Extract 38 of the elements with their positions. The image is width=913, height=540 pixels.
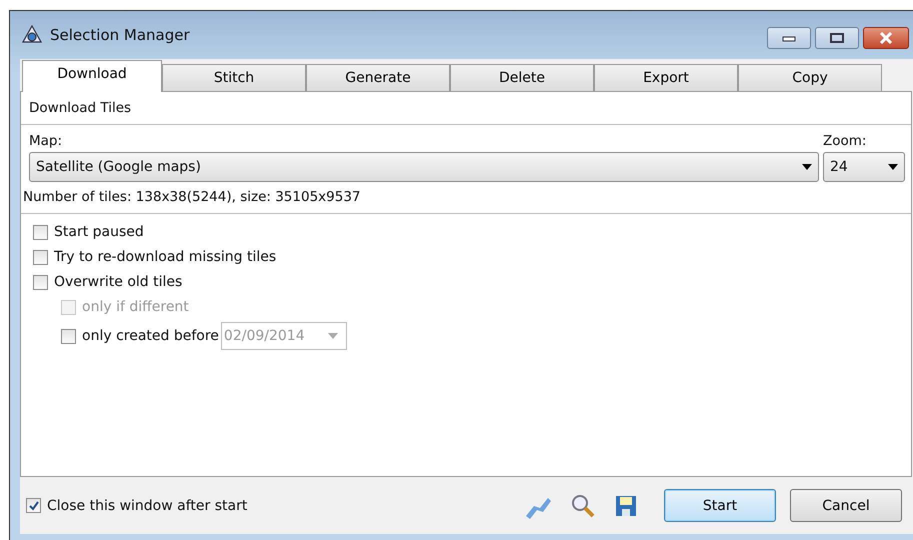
option-label: Start paused bbox=[54, 224, 144, 240]
checkbox[interactable] bbox=[33, 224, 48, 240]
section-title: Download Tiles bbox=[28, 100, 132, 116]
dialog-button[interactable]: Cancel bbox=[790, 489, 902, 522]
option-label: Close this window after start bbox=[47, 498, 248, 514]
tab[interactable]: Export bbox=[594, 64, 738, 91]
dialog-button[interactable]: Start bbox=[664, 489, 776, 522]
option-label: Overwrite old tiles bbox=[54, 274, 182, 290]
checkbox[interactable] bbox=[61, 328, 76, 344]
map-dropdown[interactable]: Satellite (Google maps) bbox=[29, 152, 819, 182]
minimize-button[interactable] bbox=[767, 27, 811, 49]
tiles-info: Number of tiles: 138x38(5244), size: 35105x9537 bbox=[22, 188, 362, 205]
caret-icon bbox=[328, 333, 338, 339]
option-label: only created before bbox=[82, 328, 219, 344]
zoom-icon[interactable] bbox=[570, 492, 596, 518]
checkbox[interactable] bbox=[26, 498, 41, 513]
tab[interactable]: Delete bbox=[450, 64, 594, 91]
map-label: Map: bbox=[29, 133, 64, 149]
maximize-button[interactable] bbox=[815, 27, 859, 49]
option-label: only if different bbox=[82, 299, 189, 315]
checkbox[interactable] bbox=[33, 274, 48, 290]
window-title: Selection Manager bbox=[50, 26, 190, 44]
globe-icon bbox=[22, 25, 42, 45]
option-label: Try to re-download missing tiles bbox=[54, 249, 276, 265]
minimize-icon bbox=[782, 34, 796, 42]
save-icon[interactable] bbox=[614, 494, 638, 518]
tab[interactable]: Stitch bbox=[162, 64, 306, 91]
close-button[interactable] bbox=[863, 27, 909, 49]
caret-icon bbox=[802, 164, 812, 170]
close-icon bbox=[878, 32, 894, 44]
tab[interactable]: Copy bbox=[738, 64, 882, 91]
zoom-label: Zoom: bbox=[823, 133, 868, 149]
tab[interactable]: Generate bbox=[306, 64, 450, 91]
checkbox[interactable] bbox=[33, 250, 48, 264]
tab[interactable]: Download bbox=[22, 60, 162, 92]
zoom-dropdown[interactable]: 24 bbox=[823, 152, 905, 182]
maximize-icon bbox=[830, 33, 844, 43]
caret-icon bbox=[888, 164, 898, 170]
